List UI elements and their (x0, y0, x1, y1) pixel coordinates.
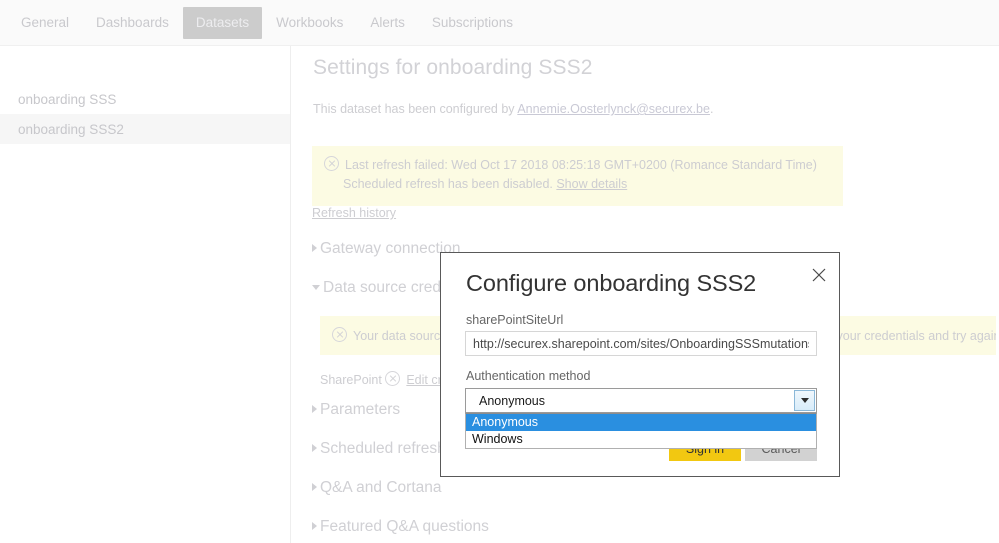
section-gateway-connection[interactable]: Gateway connection (312, 240, 460, 258)
tab-dashboards[interactable]: Dashboards (83, 7, 182, 39)
refresh-history-label: Refresh history (312, 206, 397, 220)
top-tab-bar: General Dashboards Datasets Workbooks Al… (0, 0, 999, 46)
dataset-sidebar: onboarding SSS onboarding SSS2 (0, 46, 291, 543)
sidebar-item-label: onboarding SSS2 (18, 121, 124, 137)
sidebar-item-label: onboarding SSS (18, 91, 117, 107)
chevron-right-icon (312, 522, 317, 530)
credentials-source-label: SharePoint (320, 373, 382, 387)
banner-line-2: Scheduled refresh has been disabled. Sho… (324, 175, 831, 194)
tab-general[interactable]: General (8, 7, 82, 39)
section-scheduled-refresh[interactable]: Scheduled refresh (312, 440, 446, 458)
section-label: Scheduled refresh (320, 440, 446, 457)
page-title: Settings for onboarding SSS2 (313, 56, 593, 79)
chevron-down-icon (312, 285, 320, 290)
dialog-title: Configure onboarding SSS2 (466, 270, 757, 296)
banner-line-1-text: Last refresh failed: Wed Oct 17 2018 08:… (345, 158, 817, 172)
tab-datasets[interactable]: Datasets (182, 6, 263, 39)
chevron-right-icon (312, 483, 317, 491)
configured-by-email-link[interactable]: Annemie.Oosterlynck@securex.be (517, 102, 710, 116)
chevron-right-icon (312, 444, 317, 452)
circle-x-icon (332, 327, 347, 342)
section-label: Parameters (320, 401, 401, 418)
section-parameters[interactable]: Parameters (312, 401, 400, 419)
sharepoint-site-url-input[interactable] (465, 331, 817, 356)
chevron-right-icon (312, 405, 317, 413)
configured-by-suffix: . (709, 102, 714, 116)
banner-line-1: Last refresh failed: Wed Oct 17 2018 08:… (324, 156, 831, 175)
sidebar-item-onboarding-sss[interactable]: onboarding SSS (0, 84, 290, 114)
authentication-method-dropdown-list: Anonymous Windows (465, 413, 817, 449)
tab-workbooks[interactable]: Workbooks (263, 7, 356, 39)
section-label: Q&A and Cortana (320, 479, 442, 496)
banner-line-2-text: Scheduled refresh has been disabled. (343, 177, 557, 191)
sidebar-item-onboarding-sss2[interactable]: onboarding SSS2 (0, 114, 290, 144)
sharepoint-site-url-label: sharePointSiteUrl (466, 313, 564, 327)
show-details-link[interactable]: Show details (556, 177, 627, 191)
circle-x-icon (385, 371, 401, 386)
configure-dataset-dialog: Configure onboarding SSS2 sharePointSite… (440, 252, 840, 477)
authentication-method-selected-value: Anonymous (479, 393, 546, 408)
chevron-down-icon[interactable] (794, 390, 815, 411)
circle-x-icon (324, 156, 339, 171)
section-featured-qna-questions[interactable]: Featured Q&A questions (312, 518, 489, 536)
dropdown-option-windows[interactable]: Windows (466, 431, 816, 448)
configured-by-line: This dataset has been configured by Anne… (313, 102, 713, 116)
refresh-failed-banner: Last refresh failed: Wed Oct 17 2018 08:… (312, 146, 843, 206)
section-label: Featured Q&A questions (320, 518, 489, 535)
authentication-method-select[interactable]: Anonymous (465, 388, 817, 413)
configured-by-prefix: This dataset has been configured by (313, 102, 518, 116)
section-qna-and-cortana[interactable]: Q&A and Cortana (312, 479, 442, 497)
close-icon[interactable] (806, 262, 832, 288)
tab-alerts[interactable]: Alerts (357, 7, 418, 39)
authentication-method-label: Authentication method (466, 369, 591, 383)
chevron-right-icon (312, 244, 317, 252)
dropdown-option-anonymous[interactable]: Anonymous (466, 414, 816, 431)
tab-subscriptions[interactable]: Subscriptions (419, 7, 526, 39)
refresh-history-link[interactable]: Refresh history (312, 206, 396, 220)
